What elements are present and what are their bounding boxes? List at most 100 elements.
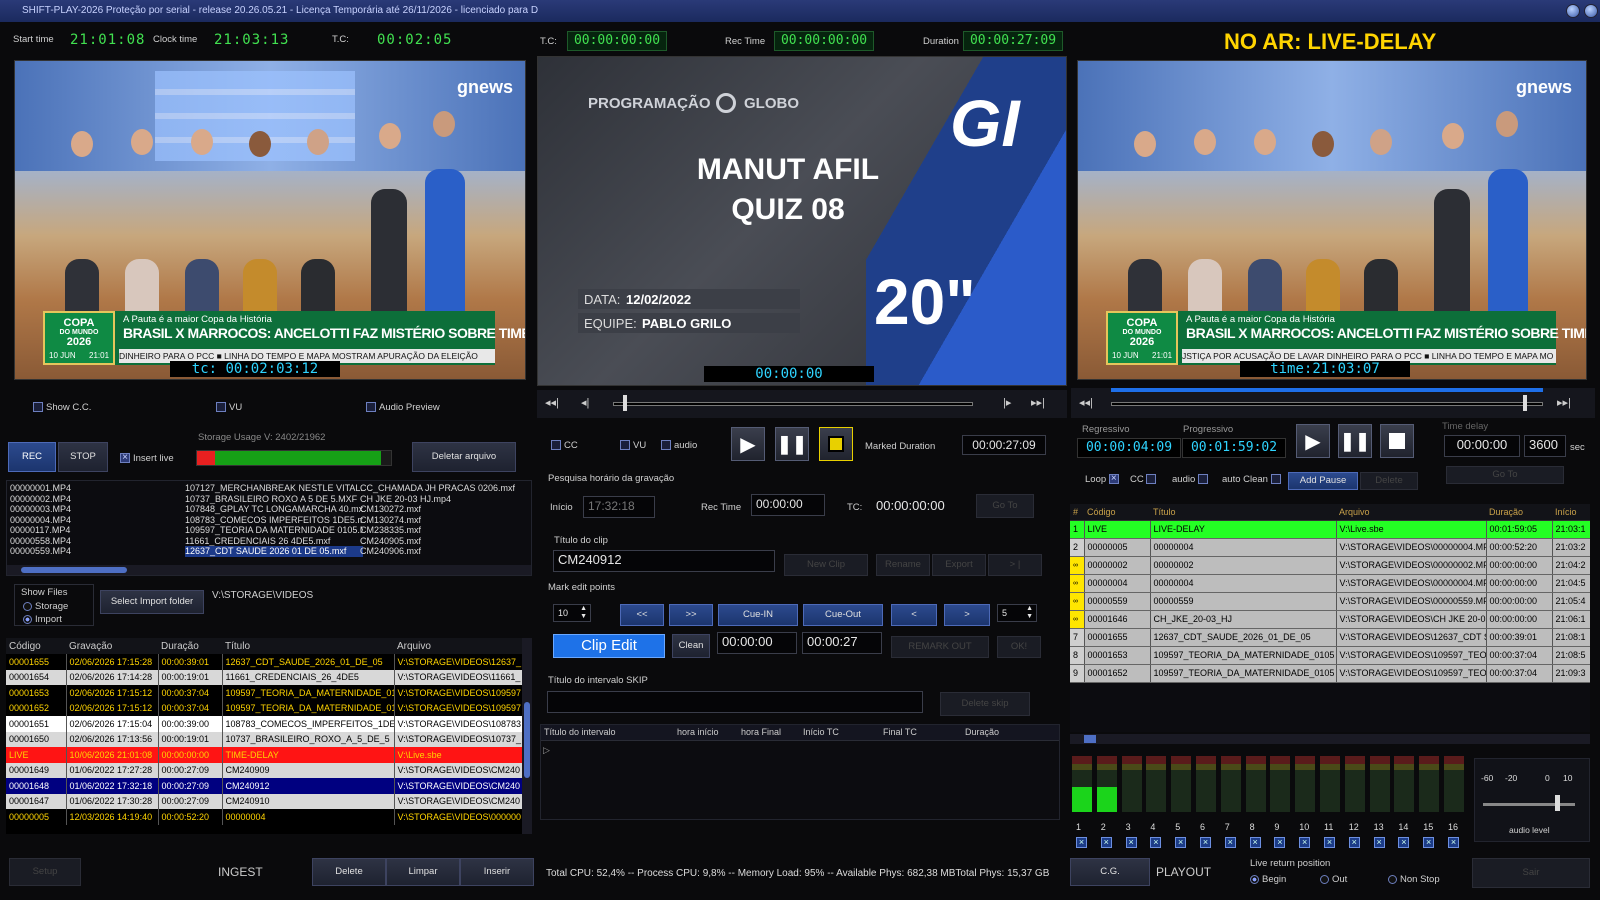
vu-channel-toggle[interactable]: × bbox=[1175, 837, 1187, 848]
column-header[interactable]: Título bbox=[222, 638, 394, 654]
vu-channel-toggle[interactable]: × bbox=[1150, 837, 1162, 848]
clip-title-input[interactable]: CM240912 bbox=[553, 550, 775, 572]
file-list-item[interactable]: CH JKE 20-03 HJ.mp4 bbox=[360, 494, 530, 505]
table-row[interactable]: 00001653 02/06/2026 17:15:12 00:00:37:04 10… bbox=[6, 685, 522, 701]
playlist-row[interactable]: ∞ 00001646 CH_JKE_20-03_HJ V:\STORAGE\VIDEO… bbox=[1070, 610, 1590, 629]
table-row[interactable]: 00000005 12/03/2026 14:19:40 00:00:52:20 00… bbox=[6, 809, 522, 825]
go-start-icon[interactable]: ◂◂| bbox=[545, 396, 559, 409]
vu-channel-toggles[interactable]: × × × × × × × × × × × × × × × × bbox=[1072, 836, 1470, 850]
playlist-column-header[interactable]: Código bbox=[1084, 504, 1150, 521]
sair-button[interactable]: Sair bbox=[1472, 858, 1590, 888]
vu-channel-toggle[interactable]: × bbox=[1398, 837, 1410, 848]
rewind-mark-button[interactable]: << bbox=[620, 604, 664, 626]
auto-clean-checkbox[interactable]: auto Clean bbox=[1222, 474, 1284, 485]
begin-radio[interactable]: Begin bbox=[1250, 874, 1286, 885]
skip-column-header[interactable]: Final TC bbox=[883, 727, 917, 737]
playlist-row[interactable]: ∞ 00000559 00000559 V:\STORAGE\VIDEOS\00000… bbox=[1070, 592, 1590, 611]
playout-pause-button[interactable]: ❚❚ bbox=[1338, 424, 1372, 458]
clip-edit-button[interactable]: Clip Edit bbox=[553, 634, 665, 658]
skip-column-header[interactable]: Início TC bbox=[803, 727, 839, 737]
playout-go-start-icon[interactable]: ◂◂| bbox=[1079, 396, 1093, 409]
delay-seconds-input[interactable]: 3600 bbox=[1524, 435, 1566, 457]
ingest-delete-button[interactable]: Delete bbox=[312, 858, 386, 886]
step-right-spinner[interactable]: 5 ▲ ▼ bbox=[997, 604, 1037, 622]
editor-goto-button[interactable]: Go To bbox=[976, 494, 1034, 518]
table-row[interactable]: 00001649 01/06/2022 17:27:28 00:00:27:09 CM… bbox=[6, 762, 522, 778]
ok-button[interactable]: OK! bbox=[997, 636, 1041, 658]
editor-play-button[interactable]: ▶ bbox=[731, 427, 765, 461]
delete-file-button[interactable]: Deletar arquivo bbox=[412, 442, 516, 472]
vu-channel-toggle[interactable]: × bbox=[1324, 837, 1335, 848]
table-row[interactable]: 00001655 02/06/2026 17:15:28 00:00:39:01 12… bbox=[6, 654, 522, 670]
playlist-table[interactable]: # Código Título Arquivo Duração Início 1 LIVE L… bbox=[1070, 504, 1590, 732]
import-file-list[interactable]: 00000001.MP4 00000002.MP4 00000003.MP4 0000… bbox=[6, 480, 532, 576]
playout-goto-button[interactable]: Go To bbox=[1446, 466, 1564, 484]
cg-button[interactable]: C.G. bbox=[1070, 858, 1150, 886]
vu-checkbox[interactable]: VU bbox=[216, 402, 242, 413]
column-header[interactable]: Duração bbox=[158, 638, 222, 654]
close-icon[interactable] bbox=[1584, 4, 1598, 18]
file-list-item[interactable]: CM240906.mxf bbox=[360, 546, 530, 557]
vu-channel-toggle[interactable]: × bbox=[1373, 837, 1385, 848]
table-row[interactable]: 00001648 01/06/2022 17:32:18 00:00:27:09 CM… bbox=[6, 778, 522, 794]
skip-title-input[interactable] bbox=[547, 691, 923, 713]
playlist-column-header[interactable]: Duração bbox=[1486, 504, 1552, 521]
file-list-item[interactable]: 00000117.MP4 bbox=[10, 525, 180, 536]
playlist-column-header[interactable]: # bbox=[1070, 504, 1084, 521]
step-back-icon[interactable]: ◂| bbox=[581, 396, 589, 409]
editor-stop-button[interactable] bbox=[819, 427, 853, 461]
playlist-row[interactable]: ∞ 00000004 00000004 V:\STORAGE\VIDEOS\00000… bbox=[1070, 574, 1590, 593]
insert-live-checkbox[interactable]: Insert live bbox=[120, 453, 174, 464]
limpar-button[interactable]: Limpar bbox=[386, 858, 460, 886]
vu-channel-toggle[interactable]: × bbox=[1125, 837, 1137, 848]
editor-audio-checkbox[interactable]: audio bbox=[661, 440, 697, 451]
vu-channel-toggle[interactable]: × bbox=[1200, 837, 1211, 848]
time-delay-input[interactable]: 00:00:00 bbox=[1444, 435, 1520, 457]
table-row[interactable]: 00001652 02/06/2026 17:15:12 00:00:37:04 10… bbox=[6, 700, 522, 716]
playlist-scrollbar[interactable] bbox=[1070, 734, 1590, 744]
forward-mark-button[interactable]: >> bbox=[669, 604, 713, 626]
select-import-folder-button[interactable]: Select Import folder bbox=[100, 590, 204, 614]
playout-scrub-handle[interactable] bbox=[1523, 395, 1527, 411]
file-list-item[interactable]: 108783_COMECOS IMPERFEITOS 1DE5.mxf bbox=[185, 515, 363, 526]
audio-level-handle[interactable] bbox=[1555, 795, 1560, 811]
playout-audio-checkbox[interactable]: audio bbox=[1172, 474, 1211, 485]
clean-button[interactable]: Clean bbox=[672, 634, 710, 658]
editor-scrub-handle[interactable] bbox=[623, 395, 627, 411]
vu-channel-toggle[interactable]: × bbox=[1348, 837, 1360, 848]
inicio-input[interactable]: 17:32:18 bbox=[583, 496, 655, 518]
step-left-spinner[interactable]: 10 ▲ ▼ bbox=[553, 604, 591, 622]
mark-out-value[interactable]: 00:00:27 bbox=[802, 632, 882, 654]
ingest-table[interactable]: Código Gravação Duração Título Arquivo 00001… bbox=[6, 638, 522, 834]
playlist-row[interactable]: 9 00001652 109597_TEORIA_DA_MATERNIDADE_01… bbox=[1070, 664, 1590, 683]
file-list-item[interactable]: CM130274.mxf bbox=[360, 515, 530, 526]
playlist-column-header[interactable]: Arquivo bbox=[1336, 504, 1486, 521]
playlist-column-header[interactable]: Início bbox=[1552, 504, 1590, 521]
import-radio[interactable]: Import bbox=[23, 614, 62, 625]
editor-rec-time-input[interactable]: 00:00:00 bbox=[751, 494, 825, 516]
ingest-table-scrollbar[interactable] bbox=[522, 638, 532, 834]
file-list-item[interactable]: 107127_MERCHANBREAK NESTLE VITAL.MXF bbox=[185, 483, 363, 494]
rec-button[interactable]: REC bbox=[8, 442, 56, 472]
file-list-item[interactable]: 12637_CDT SAUDE 2026 01 DE 05.mxf bbox=[185, 546, 363, 557]
table-row[interactable]: 00001651 02/06/2026 17:15:04 00:00:39:00 10… bbox=[6, 716, 522, 732]
export-button[interactable]: Export bbox=[932, 554, 986, 576]
column-header[interactable]: Arquivo bbox=[394, 638, 522, 654]
inserir-button[interactable]: Inserir bbox=[460, 858, 534, 886]
skip-column-header[interactable]: hora Final bbox=[741, 727, 781, 737]
file-list-item[interactable]: 00000559.MP4 bbox=[10, 546, 180, 557]
send-button[interactable]: > | bbox=[988, 554, 1042, 576]
file-list-scrollbar[interactable] bbox=[7, 565, 531, 575]
out-radio[interactable]: Out bbox=[1320, 874, 1347, 885]
non-stop-radio[interactable]: Non Stop bbox=[1388, 874, 1440, 885]
vu-channel-toggle[interactable]: × bbox=[1423, 837, 1435, 848]
column-header[interactable]: Código bbox=[6, 638, 66, 654]
playlist-row[interactable]: ∞ 00000002 00000002 V:\STORAGE\VIDEOS\00000… bbox=[1070, 556, 1590, 575]
vu-channel-toggle[interactable]: × bbox=[1224, 837, 1236, 848]
storage-radio[interactable]: Storage bbox=[23, 601, 68, 612]
file-list-item[interactable]: 00000001.MP4 bbox=[10, 483, 180, 494]
editor-cc-checkbox[interactable]: CC bbox=[551, 440, 578, 451]
cue-out-button[interactable]: Cue-Out bbox=[803, 604, 883, 626]
editor-scrub-bar[interactable]: ◂◂| ◂| |▸ ▸▸| bbox=[537, 390, 1067, 418]
file-list-item[interactable]: 11661_CREDENCIAIS 26 4DE5.mxf bbox=[185, 536, 363, 547]
